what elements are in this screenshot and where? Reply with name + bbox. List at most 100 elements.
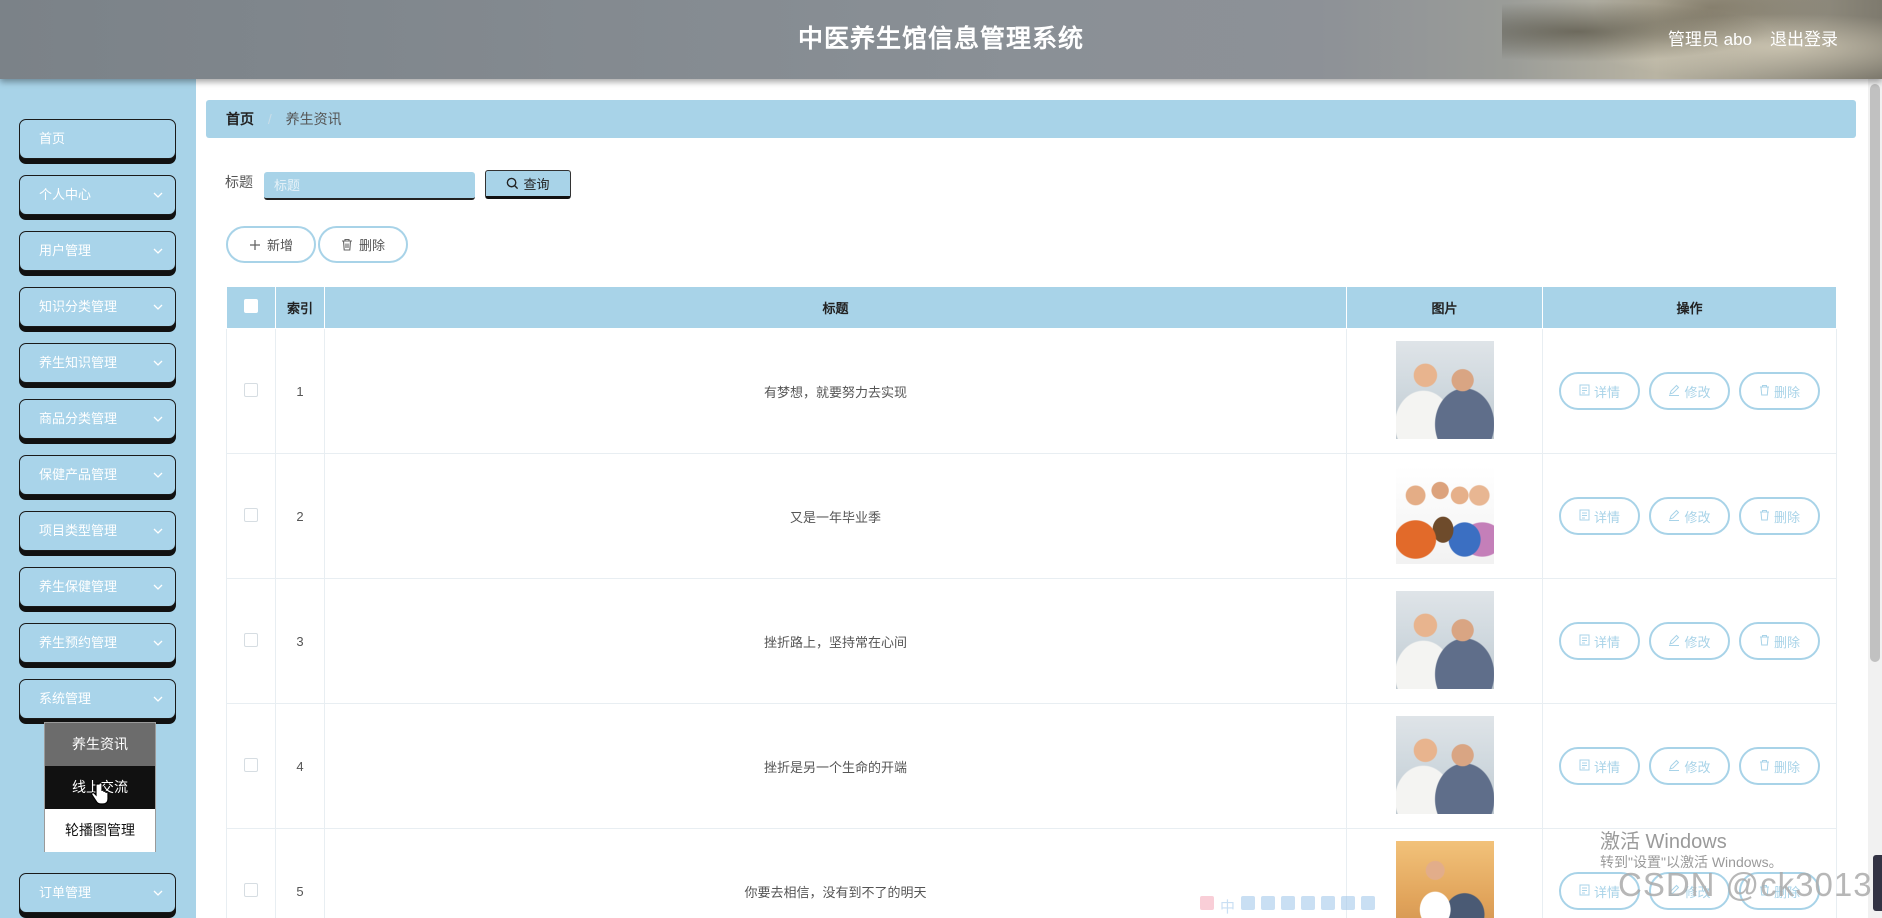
edit-button[interactable]: 修改	[1649, 372, 1730, 410]
sidebar-item-home[interactable]: 首页	[19, 119, 176, 159]
breadcrumb-current: 养生资讯	[285, 111, 342, 127]
sidebar-item-label: 个人中心	[39, 187, 92, 202]
sidebar-item-label: 首页	[39, 131, 66, 146]
row-image-cell	[1346, 578, 1543, 704]
submenu-item-health-news[interactable]: 养生资讯	[45, 723, 155, 766]
row-title: 你要去相信，没有到不了的明天	[324, 828, 1347, 918]
row-image-cell	[1346, 328, 1543, 454]
table-header-row: 索引 标题 图片 操作	[226, 286, 1837, 329]
sidebar-item-profile[interactable]: 个人中心	[19, 175, 176, 215]
sidebar-item-label: 项目类型管理	[39, 523, 118, 538]
sidebar-item-health-knowledge[interactable]: 养生知识管理	[19, 343, 176, 383]
detail-button[interactable]: 详情	[1559, 497, 1640, 535]
chevron-down-icon	[153, 456, 163, 493]
row-actions-cell: 详情 修改 删除	[1542, 328, 1837, 454]
delete-button-label: 删除	[1773, 759, 1800, 775]
edit-button[interactable]: 修改	[1649, 497, 1730, 535]
logout-link[interactable]: 退出登录	[1770, 0, 1838, 79]
breadcrumb-home[interactable]: 首页	[226, 111, 254, 127]
table-row: 1 有梦想，就要努力去实现 详情 修改 删除	[226, 328, 1837, 454]
row-checkbox[interactable]	[244, 882, 258, 897]
pencil-icon	[1668, 509, 1680, 524]
ime-skin-icon	[1341, 896, 1356, 910]
nurse-care-photo[interactable]	[1395, 840, 1494, 918]
search-title-input[interactable]	[264, 172, 475, 200]
breadcrumb: 首页 / 养生资讯	[206, 100, 1856, 138]
sidebar-item-orders[interactable]: 订单管理	[19, 873, 176, 913]
elderly-doctor-photo[interactable]	[1395, 590, 1494, 689]
batch-delete-button-label: 删除	[358, 238, 385, 253]
chevron-down-icon	[153, 400, 163, 437]
search-button-label: 查询	[523, 177, 550, 192]
add-button[interactable]: 新增	[226, 226, 316, 263]
column-header-image: 图片	[1346, 286, 1543, 329]
sidebar-item-label: 知识分类管理	[39, 299, 118, 314]
row-image-cell	[1346, 453, 1543, 579]
row-title: 挫折是另一个生命的开端	[324, 703, 1347, 829]
row-select-cell	[226, 453, 276, 579]
row-select-cell	[226, 578, 276, 704]
pencil-icon	[1668, 384, 1680, 399]
elderly-doctor-photo[interactable]	[1395, 715, 1494, 814]
page-scrollbar-thumb[interactable]	[1870, 84, 1880, 662]
table-row: 3 挫折路上，坚持常在心间 详情 修改 删除	[226, 578, 1837, 704]
sidebar-item-product-category[interactable]: 商品分类管理	[19, 399, 176, 439]
document-icon	[1579, 634, 1590, 649]
sidebar-item-project-type[interactable]: 项目类型管理	[19, 511, 176, 551]
detail-button[interactable]: 详情	[1559, 372, 1640, 410]
row-select-cell	[226, 328, 276, 454]
row-checkbox[interactable]	[244, 632, 258, 647]
row-checkbox[interactable]	[244, 507, 258, 522]
trash-icon	[341, 238, 352, 251]
edit-button[interactable]: 修改	[1649, 747, 1730, 785]
sidebar-item-label: 养生保健管理	[39, 579, 118, 594]
document-icon	[1579, 384, 1590, 399]
breadcrumb-separator: /	[267, 111, 272, 127]
edit-button-label: 修改	[1684, 634, 1711, 650]
csdn-watermark: CSDN @ck3013	[1618, 866, 1873, 903]
search-button[interactable]: 查询	[485, 170, 571, 199]
edit-button-label: 修改	[1684, 759, 1711, 775]
row-index: 1	[275, 328, 325, 454]
search-icon	[507, 177, 519, 190]
row-index: 4	[275, 703, 325, 829]
row-checkbox[interactable]	[244, 757, 258, 772]
delete-button[interactable]: 删除	[1739, 747, 1820, 785]
detail-button[interactable]: 详情	[1559, 747, 1640, 785]
delete-button-label: 删除	[1773, 634, 1800, 650]
edit-button-label: 修改	[1684, 509, 1711, 525]
row-index: 3	[275, 578, 325, 704]
column-header-title: 标题	[324, 286, 1347, 329]
edge-side-tab[interactable]	[1873, 855, 1882, 911]
row-select-cell	[226, 828, 276, 918]
select-all-checkbox[interactable]	[244, 299, 258, 313]
sidebar-item-label: 养生知识管理	[39, 355, 118, 370]
elderly-doctor-photo[interactable]	[1395, 340, 1494, 439]
sidebar-item-system[interactable]: 系统管理	[19, 679, 176, 719]
ime-voice-icon	[1301, 896, 1316, 910]
delete-button-label: 删除	[1773, 509, 1800, 525]
elderly-group-photo[interactable]	[1395, 465, 1494, 564]
ime-table-icon	[1321, 896, 1336, 910]
sidebar-item-appointment[interactable]: 养生预约管理	[19, 623, 176, 663]
submenu-item-carousel[interactable]: 轮播图管理	[45, 809, 155, 852]
detail-button[interactable]: 详情	[1559, 622, 1640, 660]
sidebar-item-health-products[interactable]: 保健产品管理	[19, 455, 176, 495]
sidebar-item-label: 商品分类管理	[39, 411, 118, 426]
ime-keyboard-icon	[1281, 896, 1296, 910]
delete-button[interactable]: 删除	[1739, 372, 1820, 410]
column-header-index: 索引	[275, 286, 325, 329]
delete-button[interactable]: 删除	[1739, 622, 1820, 660]
batch-delete-button[interactable]: 删除	[318, 226, 408, 263]
edit-button[interactable]: 修改	[1649, 622, 1730, 660]
sidebar-item-health-care[interactable]: 养生保健管理	[19, 567, 176, 607]
ime-punctuation-icon	[1261, 896, 1276, 910]
sidebar-item-knowledge-category[interactable]: 知识分类管理	[19, 287, 176, 327]
sidebar-item-users[interactable]: 用户管理	[19, 231, 176, 271]
edit-button-label: 修改	[1684, 384, 1711, 400]
trash-icon	[1759, 759, 1770, 774]
delete-button[interactable]: 删除	[1739, 497, 1820, 535]
news-table: 索引 标题 图片 操作 1 有梦想，就要努力去实现 详情 修改 删除 2 又是一年毕业季 详情…	[226, 286, 1837, 918]
row-checkbox[interactable]	[244, 382, 258, 397]
row-actions-cell: 详情 修改 删除	[1542, 578, 1837, 704]
